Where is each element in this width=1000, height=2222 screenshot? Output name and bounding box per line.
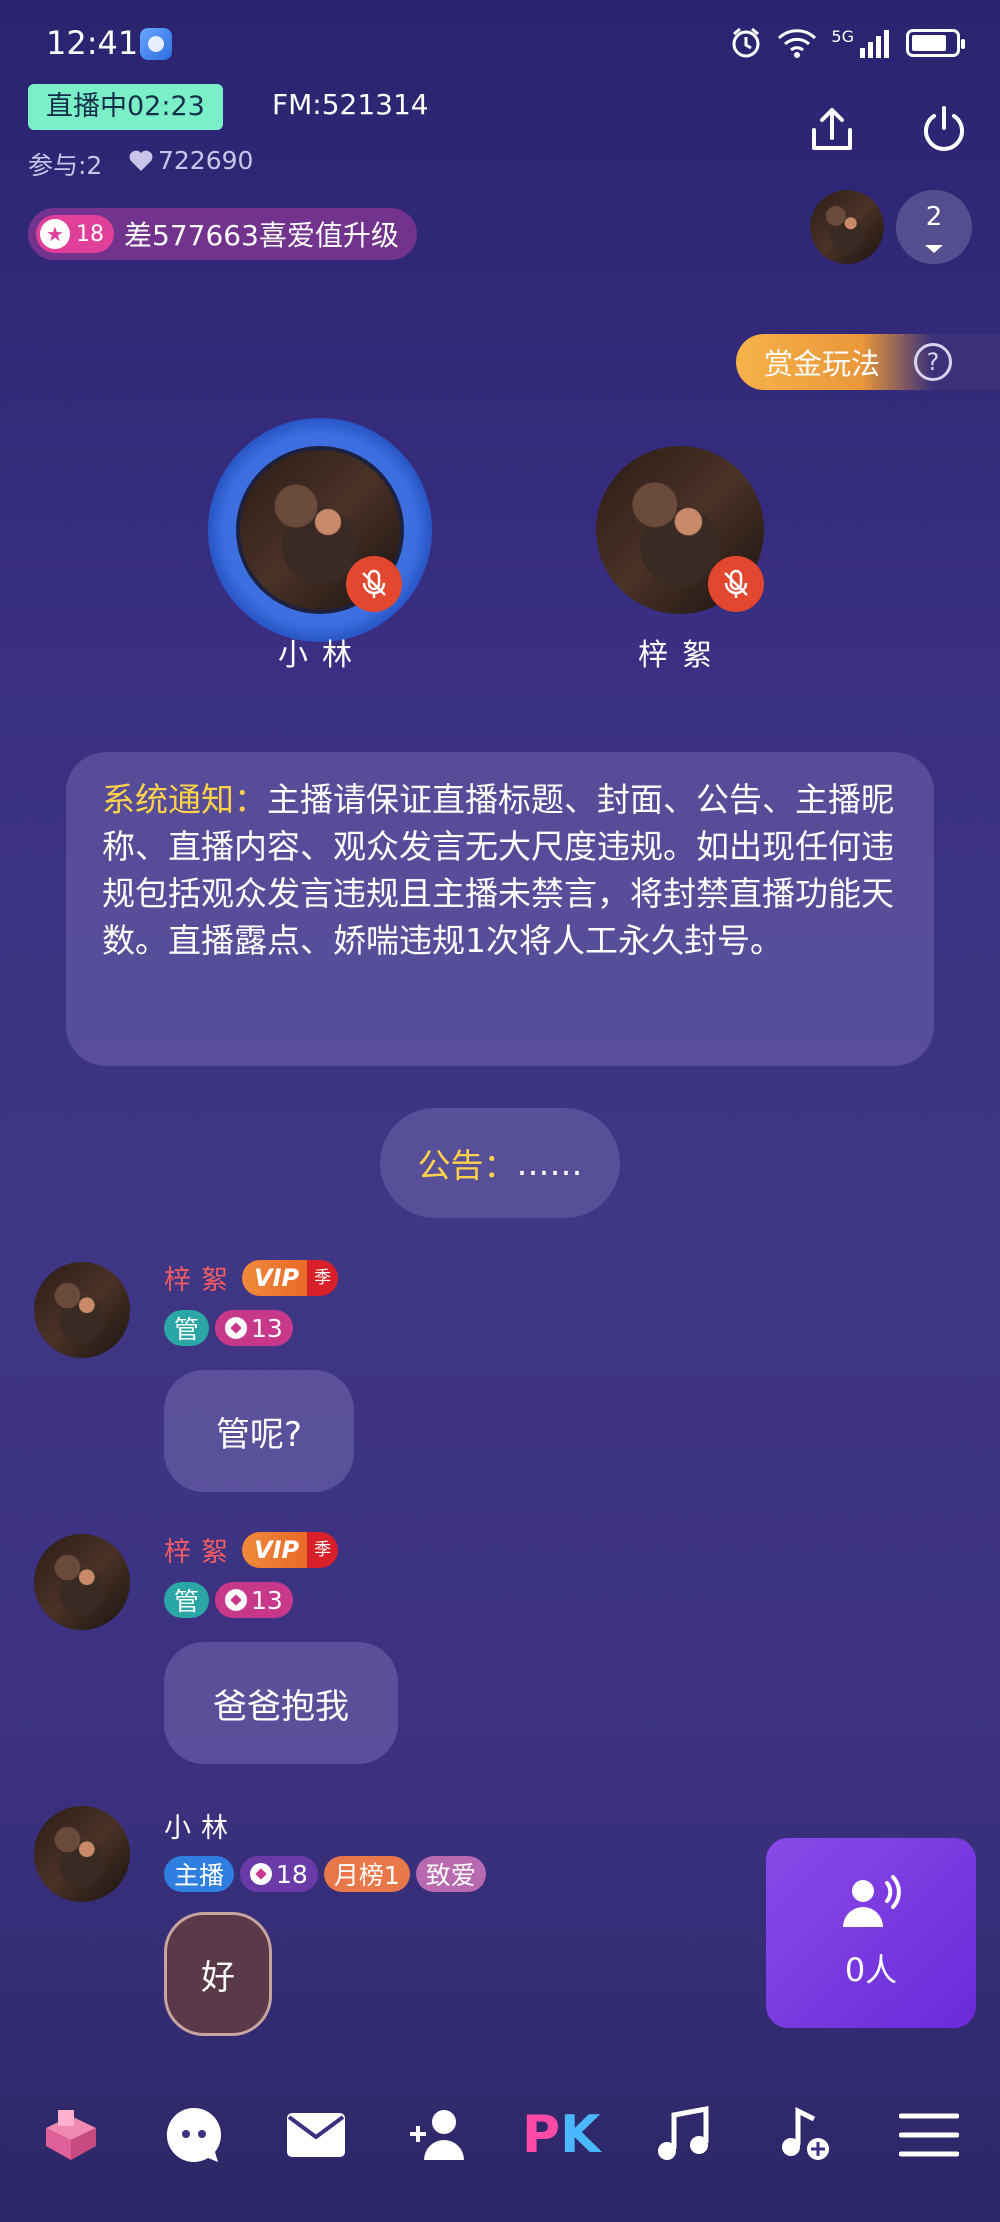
message-avatar[interactable] [34, 1534, 130, 1630]
song-request-button[interactable] [761, 2095, 851, 2175]
pk-icon-k: K [560, 2105, 601, 2165]
menu-icon [898, 2113, 959, 2157]
title-tag: 致爱 [415, 1856, 486, 1892]
like-count: 722690 [128, 146, 253, 175]
mic-request-icon [843, 1875, 901, 1927]
chat-button[interactable] [149, 2095, 239, 2175]
wifi-icon [778, 29, 817, 58]
vip-season: 季 [307, 1531, 339, 1568]
vip-season: 季 [307, 1259, 339, 1296]
seat-name-guest: 梓絮 [638, 638, 726, 673]
signal-icon [860, 30, 889, 58]
song-request-icon [782, 2106, 830, 2160]
sender-name[interactable]: 梓絮 [164, 1258, 238, 1297]
mic-queue-button[interactable]: 0人 [766, 1838, 976, 2028]
gift-box-button[interactable] [26, 2095, 116, 2175]
add-friend-button[interactable] [394, 2095, 484, 2175]
level-tag-value: 13 [251, 1585, 283, 1615]
top-viewer-avatar[interactable] [810, 190, 884, 264]
diamond-icon [225, 1317, 248, 1339]
admin-tag: 管 [164, 1582, 210, 1618]
message-header: 梓絮 VIP 季 [164, 1258, 339, 1297]
announcement[interactable]: 公告：…… [380, 1108, 620, 1218]
level-tag-value: 13 [251, 1313, 283, 1343]
gift-box-icon [46, 2110, 97, 2160]
message-tags: 主播 18 月榜1 致爱 [164, 1856, 492, 1892]
chevron-down-icon [925, 245, 943, 253]
room-fm-id: FM:521314 [272, 88, 429, 121]
bounty-game-button[interactable]: 赏金玩法 ? [736, 334, 1000, 390]
upgrade-progress-bar[interactable]: ★ 18 差577663喜爱值升级 [28, 208, 417, 260]
sender-name[interactable]: 梓絮 [164, 1530, 238, 1569]
network-type: 5G [831, 26, 854, 46]
status-icons: 5G [729, 26, 965, 60]
level-tag: 13 [215, 1310, 293, 1346]
mail-icon [287, 2113, 346, 2157]
pk-icon: P [522, 2105, 561, 2165]
live-duration-badge: 直播中02:23 [28, 84, 223, 130]
status-time: 12:41 [46, 24, 139, 62]
mail-button[interactable] [271, 2095, 361, 2175]
help-icon[interactable]: ? [914, 343, 953, 381]
message-avatar[interactable] [34, 1262, 130, 1358]
alarm-icon [732, 27, 760, 58]
music-button[interactable] [639, 2095, 729, 2175]
message-tags: 管 13 [164, 1310, 299, 1346]
admin-tag: 管 [164, 1310, 210, 1346]
mic-off-icon [346, 556, 402, 612]
star-icon: ★ [40, 219, 70, 249]
app-notification-icon [140, 28, 172, 60]
diamond-icon [225, 1589, 248, 1611]
message-bubble: 好 [164, 1912, 272, 2036]
message-tags: 管 13 [164, 1582, 299, 1618]
heart-icon [129, 150, 153, 171]
level-badge: ★ 18 [36, 215, 114, 253]
level-value: 18 [76, 221, 104, 247]
level-tag-value: 18 [276, 1859, 308, 1889]
monthly-rank-tag: 月榜1 [323, 1856, 410, 1892]
host-tag: 主播 [164, 1856, 235, 1892]
music-icon [657, 2105, 709, 2160]
add-friend-icon [409, 2110, 464, 2160]
message-header: 梓絮 VIP 季 [164, 1530, 339, 1569]
like-count-value: 722690 [158, 146, 254, 175]
exit-room-button[interactable] [912, 98, 976, 162]
system-notice: 系统通知：主播请保证直播标题、封面、公告、主播昵称、直播内容、观众发言无大尺度违… [66, 752, 934, 1066]
vip-badge: VIP 季 [242, 1531, 339, 1568]
vip-label: VIP [242, 1259, 308, 1296]
system-notice-label: 系统通知： [102, 780, 267, 819]
level-tag: 18 [240, 1856, 318, 1892]
level-tag: 13 [215, 1582, 293, 1618]
announcement-text: …… [516, 1143, 583, 1183]
chat-icon [166, 2107, 221, 2162]
power-icon [924, 106, 964, 151]
menu-button[interactable] [884, 2095, 974, 2175]
mic-off-icon [708, 556, 764, 612]
share-button[interactable] [800, 98, 864, 162]
diamond-icon [250, 1863, 273, 1885]
upgrade-text: 差577663喜爱值升级 [124, 219, 399, 252]
online-viewer-count[interactable]: 2 [896, 190, 972, 264]
seat-name-host: 小林 [278, 638, 366, 673]
vip-badge: VIP 季 [242, 1259, 339, 1296]
vip-label: VIP [242, 1531, 308, 1568]
mic-queue-count: 0人 [844, 1951, 898, 1989]
viewer-count-value: 2 [925, 202, 943, 232]
share-icon [812, 108, 852, 150]
sender-name[interactable]: 小林 [164, 1806, 238, 1845]
bottom-toolbar: PK [0, 2090, 1000, 2180]
message-avatar[interactable] [34, 1806, 130, 1902]
bounty-label: 赏金玩法 [764, 347, 881, 381]
message-bubble: 爸爸抱我 [164, 1642, 398, 1764]
pk-button[interactable]: PK [516, 2095, 606, 2175]
announcement-label: 公告： [417, 1146, 517, 1185]
message-bubble: 管呢? [164, 1370, 354, 1492]
battery-icon [906, 29, 965, 57]
participant-count: 参与:2 [28, 151, 103, 180]
